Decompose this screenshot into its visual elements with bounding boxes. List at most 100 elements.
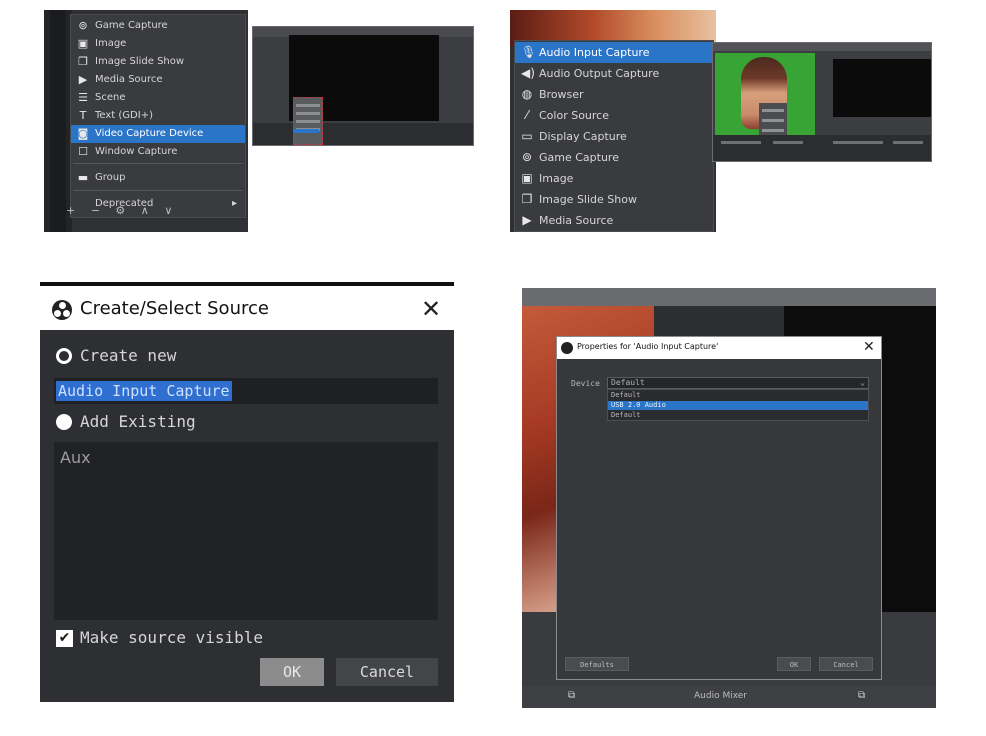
- device-dropdown[interactable]: Default USB 2.0 Audio Default: [607, 389, 869, 421]
- preview-topbar: [713, 43, 931, 51]
- gamepad-icon: ⊚: [78, 19, 88, 32]
- obs-logo-icon: [561, 342, 573, 354]
- paintbrush-icon: ⁄: [525, 108, 528, 122]
- close-icon[interactable]: ✕: [863, 339, 875, 355]
- create-select-source-dialog: Create/Select Source ✕ Create new Audio …: [40, 282, 454, 702]
- menu-item-label: Display Capture: [539, 130, 627, 143]
- audio-mixer-label: Audio Mixer: [694, 691, 747, 701]
- menu-item-label: Image Slide Show: [95, 56, 185, 67]
- menu-item[interactable]: ⁄ Color Source: [515, 105, 713, 126]
- preview-canvas: [833, 59, 931, 117]
- menu-item-label: Audio Input Capture: [539, 46, 650, 59]
- folder-icon: ▬: [77, 171, 89, 184]
- cancel-button[interactable]: Cancel: [336, 658, 438, 686]
- menu-item[interactable]: ◙ Video Capture Device: [71, 125, 245, 143]
- mini-context-menu: [293, 97, 323, 145]
- ok-button[interactable]: OK: [260, 658, 324, 686]
- menu-item[interactable]: T Text (GDI+): [71, 107, 245, 125]
- create-new-label: Create new: [80, 346, 177, 365]
- add-existing-label: Add Existing: [80, 412, 196, 431]
- source-name-input[interactable]: Audio Input Capture: [54, 378, 438, 404]
- source-toolbar[interactable]: + − ⚙ ∧ ∨: [66, 204, 186, 222]
- menu-item[interactable]: ◀) Audio Output Capture: [515, 63, 713, 84]
- slideshow-icon: ❐: [78, 55, 88, 68]
- menu-item-label: Window Capture: [95, 146, 178, 157]
- menu-separator: [73, 190, 243, 191]
- audio-mixer-bar: ⧉ Audio Mixer ⧉: [522, 686, 936, 708]
- menu-item[interactable]: ⊚ Game Capture: [515, 147, 713, 168]
- menu-item-label: Browser: [539, 88, 584, 101]
- cancel-button[interactable]: Cancel: [819, 657, 873, 671]
- camera-icon: ◙: [77, 127, 89, 140]
- menu-item-label: Video Capture Device: [95, 128, 204, 139]
- monitor-icon: ▭: [521, 129, 533, 143]
- dialog-title: Create/Select Source: [80, 298, 269, 319]
- menu-item-label: Color Source: [539, 109, 609, 122]
- menu-item[interactable]: ❐ Image Slide Show: [71, 53, 245, 71]
- speaker-icon: ◀): [521, 66, 535, 80]
- menu-item[interactable]: ◍ Browser: [515, 84, 713, 105]
- menu-item-label: Scene: [95, 92, 126, 103]
- obs-preview-panel-2: [712, 42, 932, 162]
- microphone-icon: 🎙: [521, 45, 537, 59]
- menu-item[interactable]: ▶ Media Source: [71, 71, 245, 89]
- menu-item-label: Game Capture: [95, 20, 168, 31]
- ok-button[interactable]: OK: [777, 657, 811, 671]
- chevron-down-icon: ⌄: [860, 378, 865, 387]
- image-icon: ▣: [521, 171, 533, 185]
- menu-item-label: Image: [95, 38, 127, 49]
- chevron-right-icon: ▸: [231, 198, 237, 209]
- add-existing-radio[interactable]: [56, 414, 72, 430]
- source-type-menu: ⊚ Game Capture ▣ Image ❐ Image Slide Show ▶ Med…: [70, 14, 246, 218]
- close-icon[interactable]: ✕: [416, 294, 446, 324]
- menu-separator: [73, 163, 243, 164]
- gamepad-icon: ⊚: [521, 150, 533, 164]
- menu-item-label: Media Source: [539, 214, 614, 227]
- menu-item[interactable]: ▣ Image: [71, 35, 245, 53]
- docks-strip: [713, 135, 931, 161]
- properties-title: Properties for 'Audio Input Capture': [577, 342, 719, 351]
- obs-preview-panel-1: [252, 26, 474, 146]
- menu-item[interactable]: ❐ Image Slide Show: [515, 189, 713, 210]
- menu-item[interactable]: ⊚ Game Capture: [71, 17, 245, 35]
- menu-item-label: Audio Output Capture: [539, 67, 660, 80]
- play-icon: ▶: [522, 213, 532, 227]
- make-visible-label: Make source visible: [80, 628, 264, 647]
- dock-icon[interactable]: ⧉: [858, 690, 865, 701]
- menu-item-label: Image Slide Show: [539, 193, 637, 206]
- list-item[interactable]: Aux: [60, 448, 91, 467]
- dropdown-option[interactable]: Default: [608, 411, 868, 420]
- image-icon: ▣: [77, 37, 89, 50]
- make-visible-checkbox[interactable]: ✔: [56, 630, 73, 647]
- menu-item-label: Media Source: [95, 74, 163, 85]
- device-label: Device: [571, 379, 600, 388]
- menu-item[interactable]: 🎙 Audio Input Capture: [515, 42, 713, 63]
- properties-dialog: Properties for 'Audio Input Capture' ✕ D…: [556, 336, 882, 680]
- existing-sources-list[interactable]: Aux: [54, 442, 438, 620]
- dock-icon[interactable]: ⧉: [568, 690, 575, 701]
- source-type-menu: 🎙 Audio Input Capture ◀) Audio Output Captu…: [514, 40, 714, 232]
- slideshow-icon: ❐: [521, 192, 533, 206]
- menu-item[interactable]: ☰ Scene: [71, 89, 245, 107]
- menu-item-label: Text (GDI+): [95, 110, 153, 121]
- menu-item[interactable]: ▣ Image: [515, 168, 713, 189]
- obs-logo-icon: [52, 300, 72, 320]
- menu-item[interactable]: ▭ Display Capture: [515, 126, 713, 147]
- dropdown-option[interactable]: Default: [608, 391, 868, 400]
- window-topstrip: [522, 288, 936, 306]
- mini-menu-selection: [293, 129, 319, 133]
- play-icon: ▶: [78, 73, 88, 86]
- dropdown-option[interactable]: USB 2.0 Audio: [608, 401, 868, 410]
- menu-item[interactable]: ▶ Media Source: [515, 210, 713, 231]
- menu-item[interactable]: ▬ Group: [71, 169, 245, 187]
- add-source-menu-panel-2: 🎙 Audio Input Capture ◀) Audio Output Captu…: [510, 10, 716, 232]
- menu-item[interactable]: ☐ Window Capture: [71, 143, 245, 161]
- menu-item-label: Game Capture: [539, 151, 619, 164]
- device-select[interactable]: Default ⌄: [607, 377, 869, 389]
- properties-screen: ⧉ Audio Mixer ⧉ Properties for 'Audio In…: [522, 288, 936, 708]
- defaults-button[interactable]: Defaults: [565, 657, 629, 671]
- create-new-radio[interactable]: [56, 348, 72, 364]
- source-name-value: Audio Input Capture: [56, 381, 232, 401]
- properties-titlebar: Properties for 'Audio Input Capture' ✕: [557, 337, 881, 359]
- window-icon: ☐: [78, 145, 88, 158]
